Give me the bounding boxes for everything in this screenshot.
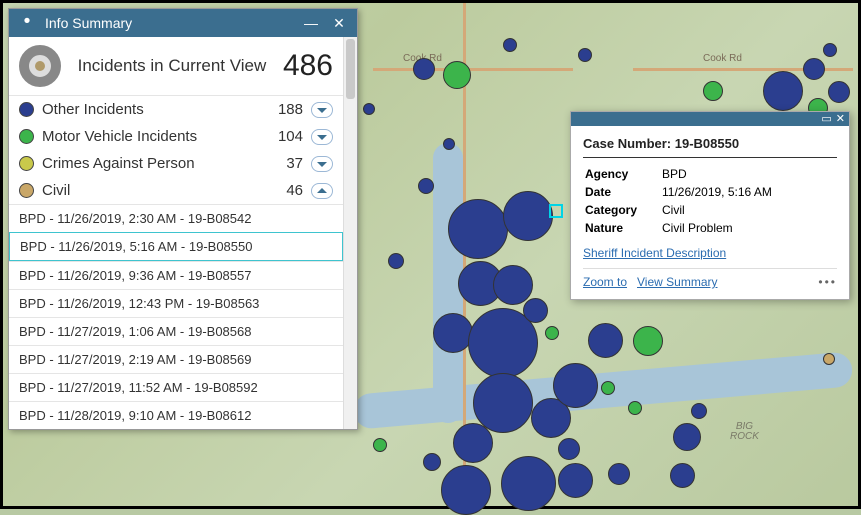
category-label: Civil: [42, 182, 255, 199]
category-swatch: [19, 156, 34, 171]
category-count: 188: [263, 101, 303, 118]
chevron-down-icon[interactable]: [311, 156, 333, 172]
incident-row[interactable]: BPD - 11/26/2019, 5:16 AM - 19-B08550: [9, 232, 343, 261]
attribute-row: NatureCivil Problem: [585, 220, 835, 236]
category-label: Other Incidents: [42, 101, 255, 118]
incident-row[interactable]: BPD - 11/26/2019, 9:36 AM - 19-B08557: [9, 261, 343, 289]
category-row[interactable]: Crimes Against Person 37: [9, 150, 343, 177]
category-count: 46: [263, 182, 303, 199]
summary-count: 486: [283, 49, 333, 83]
scroll-thumb[interactable]: [346, 39, 355, 99]
attr-key: Agency: [585, 166, 660, 182]
incident-row[interactable]: BPD - 11/27/2019, 1:06 AM - 19-B08568: [9, 317, 343, 345]
attr-value: Civil: [662, 202, 835, 218]
category-row[interactable]: Other Incidents 188: [9, 96, 343, 123]
panel-title: Info Summary: [45, 15, 132, 31]
category-label: Crimes Against Person: [42, 155, 255, 172]
category-count: 37: [263, 155, 303, 172]
attribute-row: CategoryCivil: [585, 202, 835, 218]
incident-row[interactable]: BPD - 11/28/2019, 9:10 AM - 19-B08612: [9, 401, 343, 429]
attr-value: Civil Problem: [662, 220, 835, 236]
category-swatch: [19, 102, 34, 117]
attr-value: BPD: [662, 166, 835, 182]
summary-title: Incidents in Current View: [61, 56, 283, 76]
scrollbar[interactable]: [343, 37, 357, 429]
attr-value: 11/26/2019, 5:16 AM: [662, 184, 835, 200]
incident-row[interactable]: BPD - 11/26/2019, 2:30 AM - 19-B08542: [9, 204, 343, 232]
attr-key: Category: [585, 202, 660, 218]
pin-icon: [17, 13, 37, 33]
category-label: Motor Vehicle Incidents: [42, 128, 255, 145]
panel-header[interactable]: Info Summary — ✕: [9, 9, 357, 37]
road-label: Cook Rd: [703, 53, 742, 64]
popup-header[interactable]: ▭ ✕: [571, 112, 849, 126]
category-swatch: [19, 183, 34, 198]
attribute-row: AgencyBPD: [585, 166, 835, 182]
chevron-up-icon[interactable]: [311, 183, 333, 199]
popup-title: Case Number: 19-B08550: [583, 136, 837, 158]
chevron-down-icon[interactable]: [311, 102, 333, 118]
category-row[interactable]: Motor Vehicle Incidents 104: [9, 123, 343, 150]
incident-row[interactable]: BPD - 11/27/2019, 2:19 AM - 19-B08569: [9, 345, 343, 373]
category-count: 104: [263, 128, 303, 145]
minimize-icon[interactable]: —: [301, 13, 321, 33]
category-swatch: [19, 129, 34, 144]
feature-popup: ▭ ✕ Case Number: 19-B08550 AgencyBPDDate…: [570, 111, 850, 300]
maximize-icon[interactable]: ▭: [821, 114, 831, 125]
attr-key: Date: [585, 184, 660, 200]
info-summary-panel: Info Summary — ✕ Incidents in Current Vi…: [8, 8, 358, 430]
popup-attributes: AgencyBPDDate11/26/2019, 5:16 AMCategory…: [583, 164, 837, 238]
incident-row[interactable]: BPD - 11/27/2019, 11:52 AM - 19-B08592: [9, 373, 343, 401]
summary-symbol: [19, 45, 61, 87]
attr-key: Nature: [585, 220, 660, 236]
chevron-down-icon[interactable]: [311, 129, 333, 145]
close-icon[interactable]: ✕: [329, 13, 349, 33]
close-icon[interactable]: ✕: [836, 114, 845, 125]
more-actions-icon[interactable]: •••: [818, 275, 837, 289]
map-label-bigrock: BIGROCK: [730, 422, 759, 442]
category-row[interactable]: Civil 46: [9, 177, 343, 204]
view-summary-link[interactable]: View Summary: [637, 275, 717, 289]
sheriff-description-link[interactable]: Sheriff Incident Description: [583, 246, 726, 260]
zoom-to-link[interactable]: Zoom to: [583, 275, 627, 289]
attribute-row: Date11/26/2019, 5:16 AM: [585, 184, 835, 200]
selected-feature-highlight: [549, 204, 563, 218]
incident-row[interactable]: BPD - 11/26/2019, 12:43 PM - 19-B08563: [9, 289, 343, 317]
